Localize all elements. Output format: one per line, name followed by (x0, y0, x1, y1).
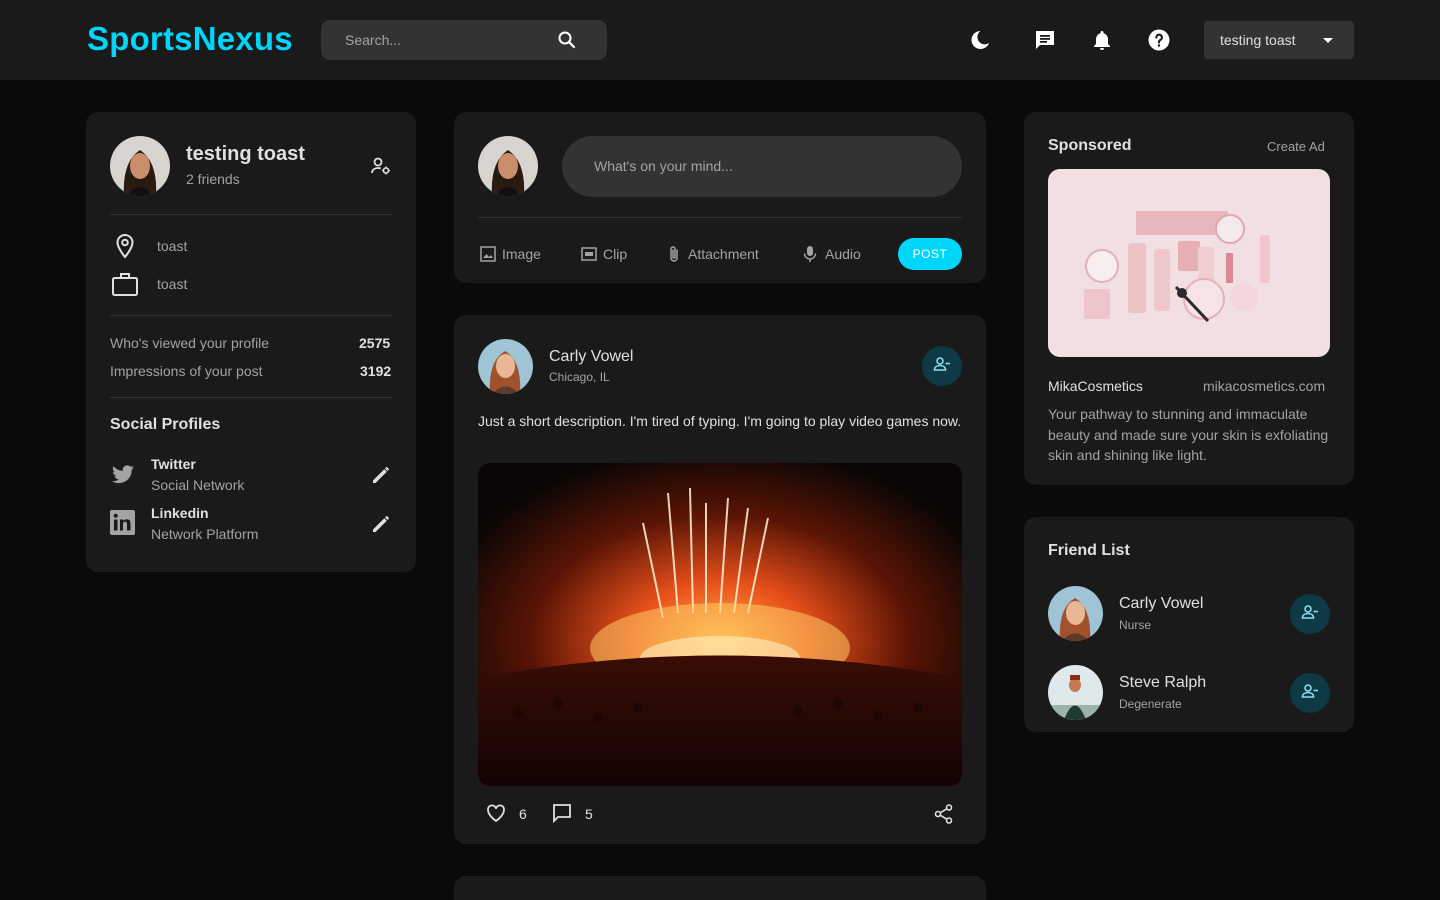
edit-twitter-icon[interactable] (369, 463, 393, 492)
manage-account-icon[interactable] (369, 154, 393, 183)
composer-divider (478, 217, 962, 218)
search-bar (321, 20, 607, 60)
impressions-value: 3192 (360, 363, 392, 379)
linkedin-icon (110, 510, 135, 540)
friend-avatar-steve[interactable] (1048, 665, 1103, 720)
like-heart-icon[interactable] (485, 802, 507, 829)
user-dropdown[interactable]: testing toast (1204, 21, 1354, 59)
comment-count: 5 (585, 806, 593, 822)
sponsored-title: Sponsored (1048, 137, 1132, 154)
friend-name-carly[interactable]: Carly Vowel (1119, 595, 1203, 613)
profile-name[interactable]: testing toast (186, 143, 305, 166)
post-text-input[interactable]: What's on your mind... (562, 136, 962, 197)
twitter-name: Twitter (151, 456, 196, 472)
attachment-icon[interactable] (667, 245, 681, 268)
twitter-icon (110, 463, 136, 492)
profile-views-value: 2575 (359, 335, 391, 351)
post-author-location: Chicago, IL (549, 370, 610, 384)
social-profiles-title: Social Profiles (110, 416, 221, 433)
friend-role-carly: Nurse (1119, 618, 1152, 632)
person-remove-icon (1300, 602, 1320, 627)
edit-linkedin-icon[interactable] (369, 512, 393, 541)
friend-avatar-carly[interactable] (1048, 586, 1103, 641)
share-icon[interactable] (933, 803, 955, 830)
app-logo[interactable]: SportsNexus (87, 20, 293, 58)
linkedin-name: Linkedin (151, 505, 209, 521)
friend-name-steve[interactable]: Steve Ralph (1119, 674, 1206, 692)
post-input-placeholder: What's on your mind... (594, 158, 733, 174)
person-remove-icon (932, 354, 952, 379)
attachment-action-label[interactable]: Attachment (688, 246, 759, 262)
person-remove-icon (1300, 681, 1320, 706)
caret-down-icon (1316, 28, 1340, 57)
friend-list-title: Friend List (1048, 542, 1130, 559)
message-icon[interactable] (1033, 28, 1057, 52)
gif-clip-icon[interactable] (581, 246, 597, 267)
post-description: Just a short description. I'm tired of t… (478, 413, 962, 429)
image-action-label[interactable]: Image (502, 246, 541, 262)
audio-action-label[interactable]: Audio (825, 246, 861, 262)
ad-brand-name[interactable]: MikaCosmetics (1048, 378, 1143, 394)
image-icon[interactable] (480, 246, 496, 267)
top-navbar: SportsNexus testing toast (0, 0, 1440, 80)
profile-views-label: Who's viewed your profile (110, 335, 270, 351)
user-dropdown-label: testing toast (1220, 32, 1296, 48)
post-button[interactable]: POST (898, 238, 962, 270)
remove-friend-button[interactable] (922, 346, 962, 386)
profile-occupation: toast (157, 276, 188, 292)
comment-icon[interactable] (551, 802, 573, 829)
profile-location: toast (157, 238, 188, 254)
search-input[interactable] (321, 20, 551, 60)
profile-friends-count: 2 friends (186, 171, 240, 187)
profile-divider (110, 214, 392, 215)
next-post-card (454, 876, 986, 900)
notification-bell-icon[interactable] (1090, 28, 1114, 52)
stats-divider (110, 315, 392, 316)
ad-description: Your pathway to stunning and immaculate … (1048, 406, 1329, 463)
clip-action-label[interactable]: Clip (603, 246, 627, 262)
profile-avatar[interactable] (110, 136, 170, 196)
twitter-type: Social Network (151, 477, 245, 493)
remove-friend-steve-button[interactable] (1290, 673, 1330, 713)
like-count: 6 (519, 806, 527, 822)
social-divider (110, 397, 392, 398)
help-icon[interactable] (1147, 28, 1171, 52)
ad-image[interactable] (1048, 169, 1330, 357)
post-image[interactable] (478, 463, 962, 786)
friend-role-steve: Degenerate (1119, 697, 1182, 711)
composer-avatar (478, 136, 538, 196)
location-pin-icon (113, 233, 137, 264)
microphone-icon[interactable] (803, 245, 817, 268)
ad-url[interactable]: mikacosmetics.com (1203, 378, 1325, 394)
search-icon[interactable] (555, 28, 579, 52)
create-ad-link[interactable]: Create Ad (1267, 139, 1325, 154)
impressions-label: Impressions of your post (110, 363, 263, 379)
remove-friend-carly-button[interactable] (1290, 594, 1330, 634)
post-author-avatar[interactable] (478, 339, 533, 394)
briefcase-icon (111, 271, 139, 302)
dark-mode-icon[interactable] (968, 28, 992, 52)
linkedin-type: Network Platform (151, 526, 259, 542)
post-author-name[interactable]: Carly Vowel (549, 348, 633, 366)
